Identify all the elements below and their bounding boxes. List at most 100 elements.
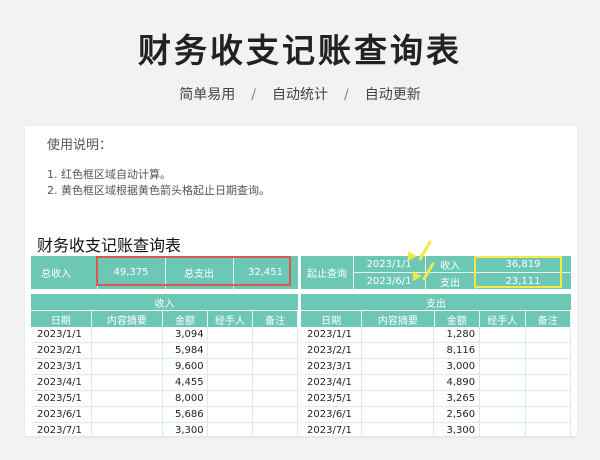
row-note[interactable] — [526, 359, 571, 374]
table-row[interactable]: 2023/1/1 1,280 — [301, 327, 571, 343]
row-note[interactable] — [253, 359, 298, 374]
row-amount[interactable]: 5,686 — [163, 407, 209, 422]
row-description[interactable] — [92, 327, 163, 342]
row-handler[interactable] — [480, 327, 526, 342]
feature-tagline: 简单易用 / 自动统计 / 自动更新 — [0, 84, 600, 104]
table-row[interactable]: 2023/3/1 3,000 — [301, 359, 571, 375]
row-amount[interactable]: 4,455 — [163, 375, 209, 390]
row-handler[interactable] — [208, 343, 254, 358]
row-note[interactable] — [526, 391, 571, 406]
feature-1: 简单易用 — [179, 87, 236, 103]
row-note[interactable] — [253, 327, 298, 342]
feature-3: 自动更新 — [364, 87, 421, 103]
row-handler[interactable] — [208, 407, 254, 422]
separator: / — [251, 87, 256, 103]
row-date[interactable]: 2023/5/1 — [31, 391, 92, 406]
row-description[interactable] — [92, 359, 163, 374]
row-date[interactable]: 2023/4/1 — [301, 375, 363, 390]
table-row[interactable]: 2023/2/1 5,984 — [31, 343, 298, 359]
row-amount[interactable]: 1,280 — [434, 327, 481, 342]
column-header: 金额 — [163, 311, 209, 327]
row-description[interactable] — [92, 343, 163, 358]
row-date[interactable]: 2023/5/1 — [301, 391, 363, 406]
row-amount[interactable]: 2,560 — [434, 407, 481, 422]
row-note[interactable] — [526, 327, 571, 342]
row-description[interactable] — [92, 423, 163, 436]
row-description[interactable] — [362, 407, 435, 422]
row-amount[interactable]: 9,600 — [163, 359, 209, 374]
row-description[interactable] — [362, 359, 435, 374]
instructions-title: 使用说明： — [47, 138, 113, 153]
table-row[interactable]: 2023/1/1 3,094 — [31, 327, 298, 343]
row-handler[interactable] — [208, 327, 254, 342]
table-row[interactable]: 2023/4/1 4,890 — [301, 375, 571, 391]
table-row[interactable]: 2023/2/1 8,116 — [301, 343, 571, 359]
table-row[interactable]: 2023/3/1 9,600 — [31, 359, 298, 375]
row-note[interactable] — [253, 343, 298, 358]
row-handler[interactable] — [208, 391, 254, 406]
row-note[interactable] — [253, 423, 298, 436]
row-date[interactable]: 2023/6/1 — [301, 407, 363, 422]
column-header: 内容摘要 — [362, 311, 435, 327]
row-handler[interactable] — [480, 407, 526, 422]
row-date[interactable]: 2023/4/1 — [31, 375, 92, 390]
income-table: 收入 日期 内容摘要 金额 经手人 备注 2023/1/1 3,094 2023/2… — [31, 294, 299, 436]
row-handler[interactable] — [480, 343, 526, 358]
row-description[interactable] — [362, 327, 435, 342]
row-amount[interactable]: 3,265 — [434, 391, 481, 406]
column-header: 内容摘要 — [92, 311, 164, 327]
feature-2: 自动统计 — [272, 87, 328, 103]
row-amount[interactable]: 8,116 — [434, 343, 481, 358]
row-amount[interactable]: 3,000 — [434, 359, 481, 374]
row-amount[interactable]: 3,300 — [434, 423, 481, 436]
table-row[interactable]: 2023/5/1 8,000 — [31, 391, 298, 407]
row-handler[interactable] — [480, 375, 526, 390]
row-note[interactable] — [253, 407, 298, 422]
row-description[interactable] — [362, 343, 435, 358]
total-income-label: 总收入 — [41, 269, 71, 280]
row-date[interactable]: 2023/6/1 — [31, 407, 92, 422]
row-note[interactable] — [526, 407, 571, 422]
row-note[interactable] — [526, 343, 571, 358]
table-row[interactable]: 2023/6/1 2,560 — [301, 407, 571, 423]
row-date[interactable]: 2023/2/1 — [301, 343, 363, 358]
row-description[interactable] — [92, 391, 163, 406]
row-date[interactable]: 2023/7/1 — [31, 423, 92, 436]
row-handler[interactable] — [208, 375, 254, 390]
row-amount[interactable]: 4,890 — [434, 375, 481, 390]
row-amount[interactable]: 3,094 — [163, 327, 209, 342]
sheet-title: 财务收支记账查询表 — [37, 236, 182, 255]
row-date[interactable]: 2023/3/1 — [31, 359, 92, 374]
table-row[interactable]: 2023/7/1 3,300 — [31, 423, 298, 436]
row-note[interactable] — [253, 375, 298, 390]
auto-calc-highlight — [96, 256, 291, 286]
row-description[interactable] — [362, 423, 435, 436]
row-description[interactable] — [92, 375, 163, 390]
row-handler[interactable] — [480, 359, 526, 374]
row-date[interactable]: 2023/7/1 — [301, 423, 363, 436]
row-date[interactable]: 2023/1/1 — [301, 327, 363, 342]
row-handler[interactable] — [480, 423, 526, 436]
table-row[interactable]: 2023/5/1 3,265 — [301, 391, 571, 407]
row-handler[interactable] — [208, 423, 254, 436]
query-expense-label: 支出 — [440, 277, 460, 289]
row-note[interactable] — [526, 423, 571, 436]
expense-table-title: 支出 — [301, 294, 571, 310]
row-description[interactable] — [362, 391, 435, 406]
row-date[interactable]: 2023/1/1 — [31, 327, 92, 342]
row-amount[interactable]: 8,000 — [163, 391, 209, 406]
row-note[interactable] — [253, 391, 298, 406]
row-description[interactable] — [362, 375, 435, 390]
row-handler[interactable] — [208, 359, 254, 374]
row-note[interactable] — [526, 375, 571, 390]
row-handler[interactable] — [480, 391, 526, 406]
row-description[interactable] — [92, 407, 163, 422]
table-row[interactable]: 2023/7/1 3,300 — [301, 423, 571, 436]
row-amount[interactable]: 3,300 — [163, 423, 209, 436]
hero-title: 财务收支记账查询表 — [138, 31, 462, 70]
table-row[interactable]: 2023/6/1 5,686 — [31, 407, 298, 423]
table-row[interactable]: 2023/4/1 4,455 — [31, 375, 298, 391]
row-amount[interactable]: 5,984 — [163, 343, 209, 358]
row-date[interactable]: 2023/3/1 — [301, 359, 363, 374]
row-date[interactable]: 2023/2/1 — [31, 343, 92, 358]
